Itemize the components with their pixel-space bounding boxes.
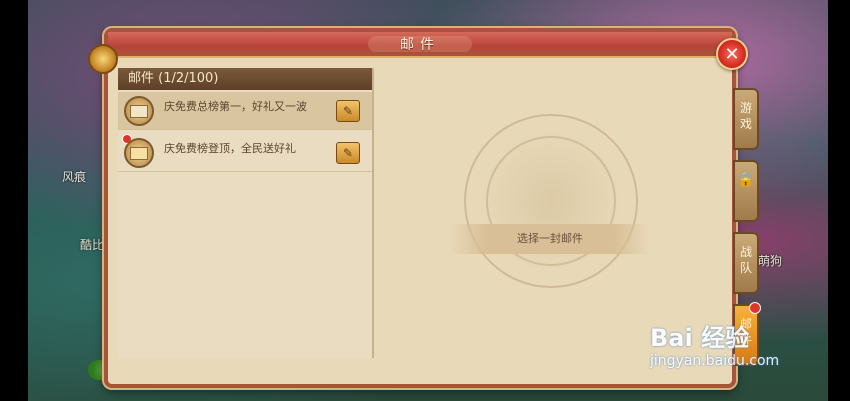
tab-game[interactable]: 游戏 <box>733 88 759 150</box>
mail-detail-panel: 选择一封邮件 <box>374 68 720 358</box>
mail-subject: 庆免费榜登顶，全民送好礼 <box>164 142 296 155</box>
attachment-icon: ✎ <box>336 100 360 122</box>
watermark-main: Bai 经验 <box>650 324 750 352</box>
mail-item[interactable]: 庆免费总榜第一，好礼又一波 ✎ <box>118 92 372 130</box>
close-button[interactable]: ✕ <box>716 38 748 70</box>
window-title: 邮件 <box>400 37 440 53</box>
corner-ornament-icon <box>88 44 118 74</box>
watermark-sub: jingyan.baidu.com <box>650 353 780 369</box>
title-bar: 邮件 <box>108 32 732 58</box>
lock-icon: 🔒 <box>737 172 755 188</box>
mail-item[interactable]: 庆免费榜登顶，全民送好礼 ✎ <box>118 134 372 172</box>
select-mail-placeholder: 选择一封邮件 <box>450 224 650 254</box>
game-screen: 风痕 酷比 萌狗 邮件 ✕ 邮件 (1/2/100) 庆免费总榜第一，好礼又一波… <box>0 0 850 401</box>
letterbox-left <box>0 0 28 401</box>
background-player-name: 萌狗 <box>758 254 783 268</box>
tab-label: 战队 <box>739 245 752 275</box>
notification-dot <box>749 302 761 314</box>
watermark: Bai 经验 jingyan.baidu.com <box>650 318 779 369</box>
mail-avatar <box>124 138 154 168</box>
tab-locked[interactable]: 🔒 <box>733 160 759 222</box>
mail-subject: 庆免费总榜第一，好礼又一波 <box>164 100 307 113</box>
tab-label: 游戏 <box>739 101 752 131</box>
letterbox-right <box>828 0 850 401</box>
tab-team[interactable]: 战队 <box>733 232 759 294</box>
mail-window: 邮件 ✕ 邮件 (1/2/100) 庆免费总榜第一，好礼又一波 ✎ 庆免费榜登顶… <box>88 28 748 388</box>
attachment-icon: ✎ <box>336 142 360 164</box>
mail-list-header: 邮件 (1/2/100) <box>118 68 372 90</box>
envelope-closed-icon <box>130 146 148 160</box>
emblem-decoration <box>464 114 638 288</box>
close-icon: ✕ <box>724 43 740 65</box>
background-player-name: 酷比 <box>80 238 105 252</box>
envelope-open-icon <box>130 104 148 118</box>
mail-avatar <box>124 96 154 126</box>
mail-list-panel: 邮件 (1/2/100) 庆免费总榜第一，好礼又一波 ✎ 庆免费榜登顶，全民送好… <box>118 68 374 358</box>
background-player-name: 风痕 <box>62 170 87 184</box>
